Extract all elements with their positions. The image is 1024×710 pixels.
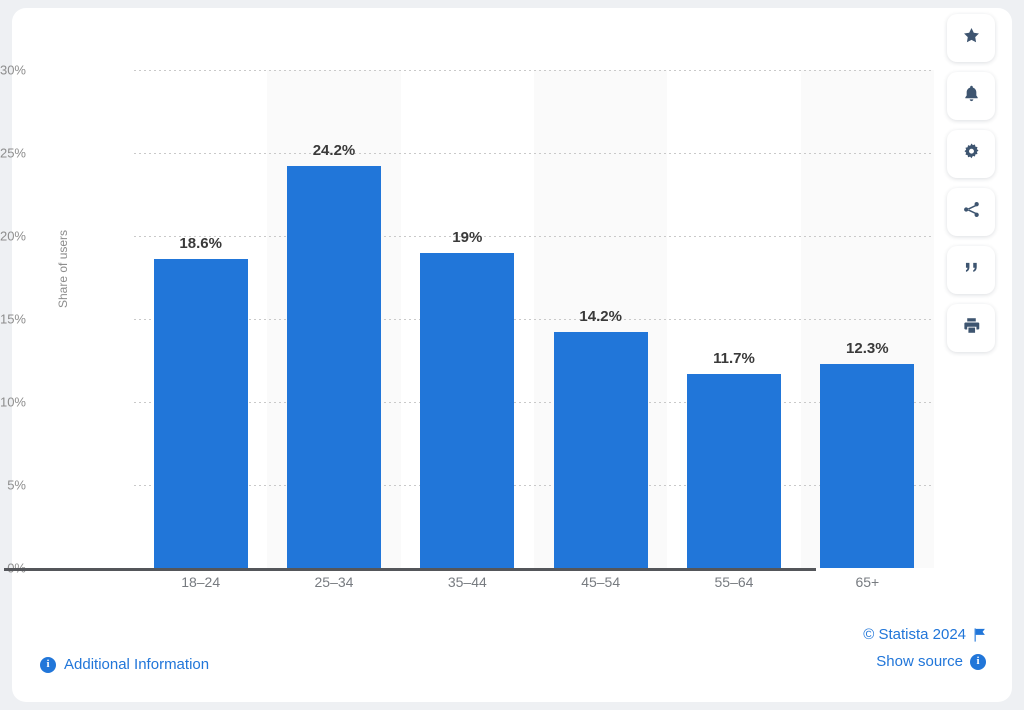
- bar-value-label: 12.3%: [846, 339, 889, 357]
- gridline: [134, 402, 934, 403]
- share-icon: [962, 200, 981, 224]
- bar-value-label: 18.6%: [179, 235, 222, 253]
- statista-chart-page: Share of users 0%5%10%15%20%25%30% 18.6%…: [0, 0, 1024, 710]
- bar-value-label: 11.7%: [713, 349, 755, 367]
- gear-icon: [962, 142, 981, 166]
- bar[interactable]: [153, 259, 248, 568]
- x-tick-label: 25–34: [314, 574, 354, 590]
- gear-icon-button[interactable]: [947, 130, 995, 178]
- print-icon: [962, 316, 981, 340]
- gridline: [134, 70, 934, 71]
- y-tick-label: 30%: [0, 62, 26, 78]
- x-tick-label: 65+: [855, 574, 880, 590]
- gridline: [134, 485, 934, 486]
- x-axis-line: [4, 568, 816, 571]
- x-tick-label: 18–24: [181, 574, 221, 590]
- y-tick-label: 15%: [0, 311, 26, 327]
- chart-card: Share of users 0%5%10%15%20%25%30% 18.6%…: [0, 8, 1012, 702]
- print-icon-button[interactable]: [947, 304, 995, 352]
- x-tick-label: 55–64: [714, 574, 754, 590]
- bar-value-label: 14.2%: [579, 308, 622, 326]
- info-icon: i: [40, 656, 56, 673]
- footer-right: © Statista 2024 Show source i: [863, 626, 986, 670]
- x-tick-label: 45–54: [581, 574, 621, 590]
- copyright: © Statista 2024: [863, 626, 986, 643]
- bar-value-label: 19%: [452, 228, 483, 246]
- star-icon-button[interactable]: [947, 14, 995, 62]
- bar[interactable]: [287, 166, 381, 568]
- y-tick-label: 10%: [0, 394, 26, 410]
- bar[interactable]: [820, 363, 915, 568]
- bar-value-label: 24.2%: [312, 142, 356, 160]
- additional-information-label: Additional Information: [64, 656, 210, 673]
- show-source-link[interactable]: Show source i: [863, 653, 986, 670]
- show-source-label: Show source: [876, 653, 963, 670]
- side-toolbar: [941, 14, 1001, 352]
- quote-icon: [962, 258, 981, 282]
- share-icon-button[interactable]: [947, 188, 995, 236]
- flag-icon[interactable]: [973, 627, 986, 642]
- additional-information-link[interactable]: i Additional Information: [40, 656, 209, 673]
- quote-icon-button[interactable]: [947, 246, 995, 294]
- bar[interactable]: [420, 252, 515, 568]
- info-icon: i: [970, 653, 986, 670]
- x-tick-label: 35–44: [447, 574, 487, 590]
- bar[interactable]: [687, 373, 781, 568]
- bell-icon-button[interactable]: [947, 72, 995, 120]
- y-tick-label: 5%: [7, 477, 26, 493]
- bar-chart-figure: Share of users 0%5%10%15%20%25%30% 18.6%…: [0, 8, 952, 620]
- y-tick-label: 25%: [0, 145, 26, 161]
- star-icon: [962, 26, 981, 50]
- y-tick-label: 20%: [0, 228, 26, 244]
- copyright-label: © Statista 2024: [863, 626, 966, 643]
- bell-icon: [962, 84, 981, 108]
- gridline: [134, 153, 934, 154]
- y-axis-title: Share of users: [56, 229, 70, 308]
- bar[interactable]: [553, 332, 648, 568]
